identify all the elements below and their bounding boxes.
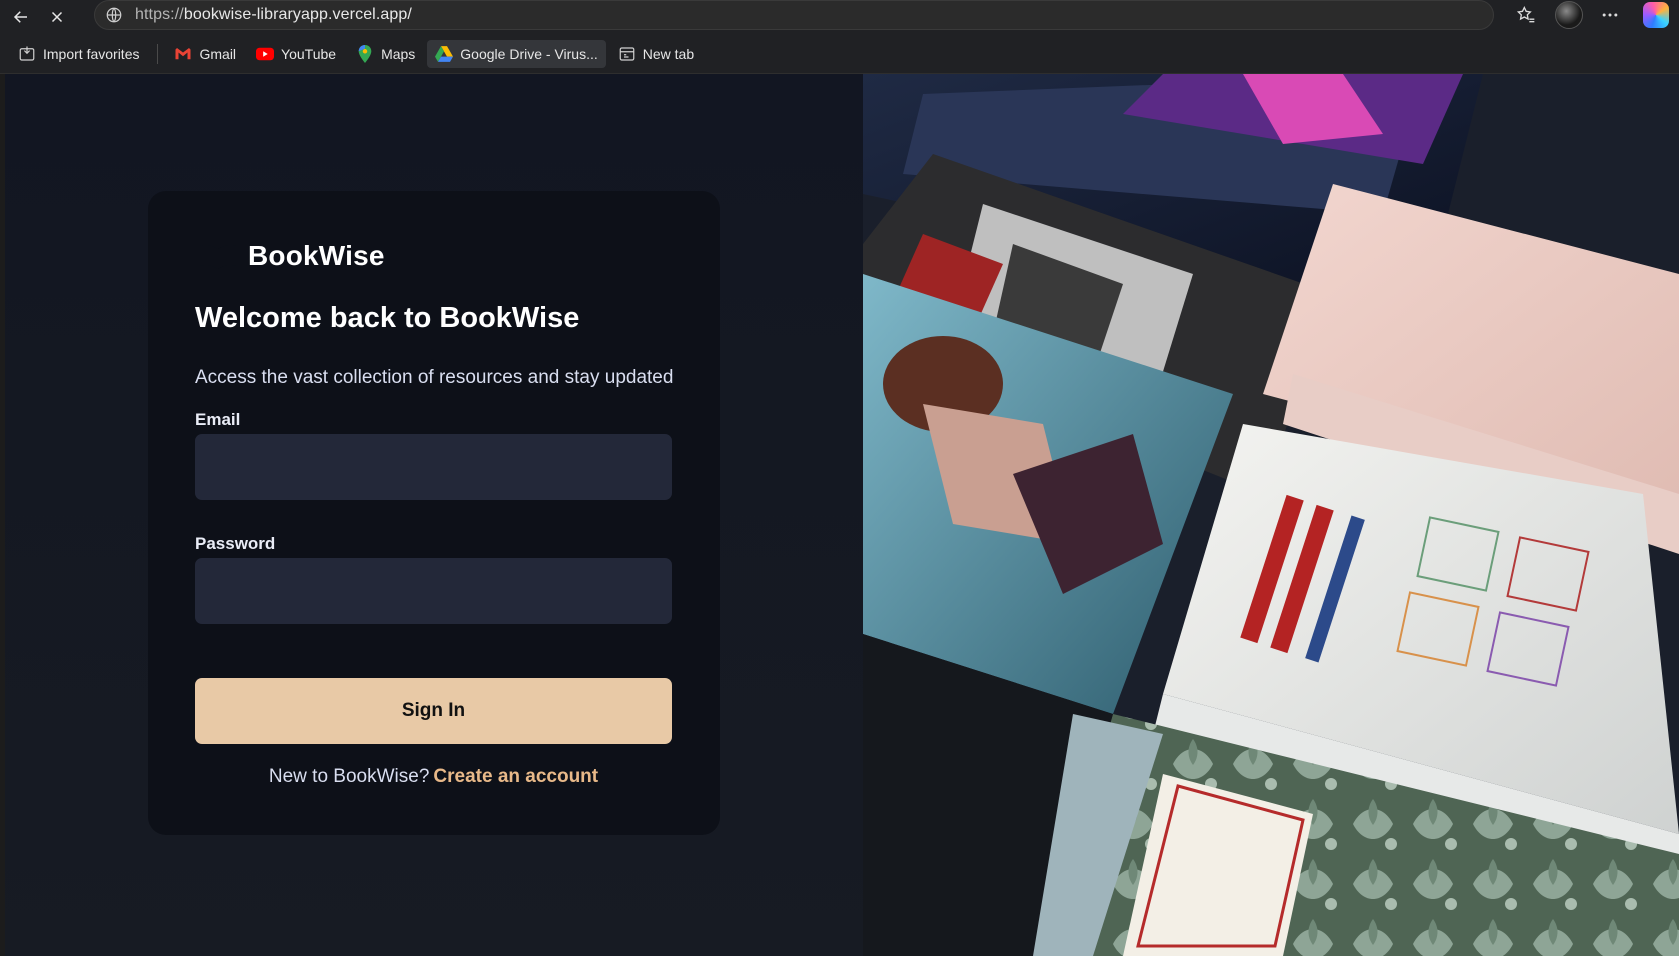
signup-prompt-text: New to BookWise? [268,766,430,787]
bookmarks-divider [157,43,159,64]
password-label: Password [195,534,276,553]
more-menu-button[interactable] [1595,0,1625,30]
url-host: bookwise-libraryapp.vercel.app/ [183,6,412,23]
book-logo-icon [200,245,236,269]
books-photo [863,74,1679,956]
url-scheme: https:// [135,6,184,23]
bookmark-maps[interactable]: Maps [348,40,423,68]
favorites-button[interactable] [1511,0,1541,30]
email-label: Email [195,410,241,429]
bookmarks-bar: Import favorites Gmail YouTube Maps Goog… [0,34,1679,74]
arrow-left-icon [13,11,27,23]
star-list-icon [1516,5,1535,23]
browser-toolbar: https://bookwise-libraryapp.vercel.app/ [0,0,1679,34]
bookmark-google-drive[interactable]: Google Drive - Virus... [427,39,606,68]
url-text: https://bookwise-libraryapp.vercel.app/ [135,6,412,24]
bookmark-youtube[interactable]: YouTube [248,40,344,68]
hero-image [863,74,1679,956]
stop-loading-button[interactable] [42,2,72,32]
back-button[interactable] [6,2,36,32]
bookmark-label: YouTube [281,45,337,62]
email-field[interactable] [195,434,672,500]
gmail-icon [174,45,192,63]
bookmark-label: New tab [642,45,695,62]
address-bar[interactable]: https://bookwise-libraryapp.vercel.app/ [94,0,1494,30]
signup-prompt: New to BookWise? Create an account [195,766,672,788]
bookmark-label: Import favorites [43,45,140,62]
bookmark-label: Maps [381,45,416,62]
bookmark-label: Google Drive - Virus... [460,45,598,62]
bookmark-label: Gmail [199,45,237,62]
bookmark-new-tab[interactable]: New tab [610,40,702,68]
page-viewport: BookWise Welcome back to BookWise Access… [5,74,1679,956]
import-icon [18,45,36,63]
bookmark-gmail[interactable]: Gmail [166,40,244,68]
page-subtitle: Access the vast collection of resources … [195,367,674,388]
bookmark-import-favorites[interactable]: Import favorites [10,40,147,68]
sign-in-button[interactable]: Sign In [195,678,672,744]
profile-avatar[interactable] [1555,1,1583,29]
page-title: Welcome back to BookWise [195,302,580,334]
brand-name: BookWise [248,240,385,271]
create-account-link[interactable]: Create an account [433,766,598,787]
new-tab-icon [618,45,636,63]
youtube-icon [256,45,275,63]
maps-icon [356,44,374,63]
google-drive-icon [435,45,454,63]
brand-logo: BookWise [196,236,385,276]
password-field[interactable] [195,558,672,624]
copilot-icon[interactable] [1643,2,1669,28]
toolbar-actions [1499,0,1679,30]
login-card: BookWise Welcome back to BookWise Access… [148,191,720,835]
ellipsis-icon [1602,13,1618,17]
login-panel: BookWise Welcome back to BookWise Access… [5,74,863,956]
globe-icon [106,7,122,23]
close-icon [51,11,63,23]
